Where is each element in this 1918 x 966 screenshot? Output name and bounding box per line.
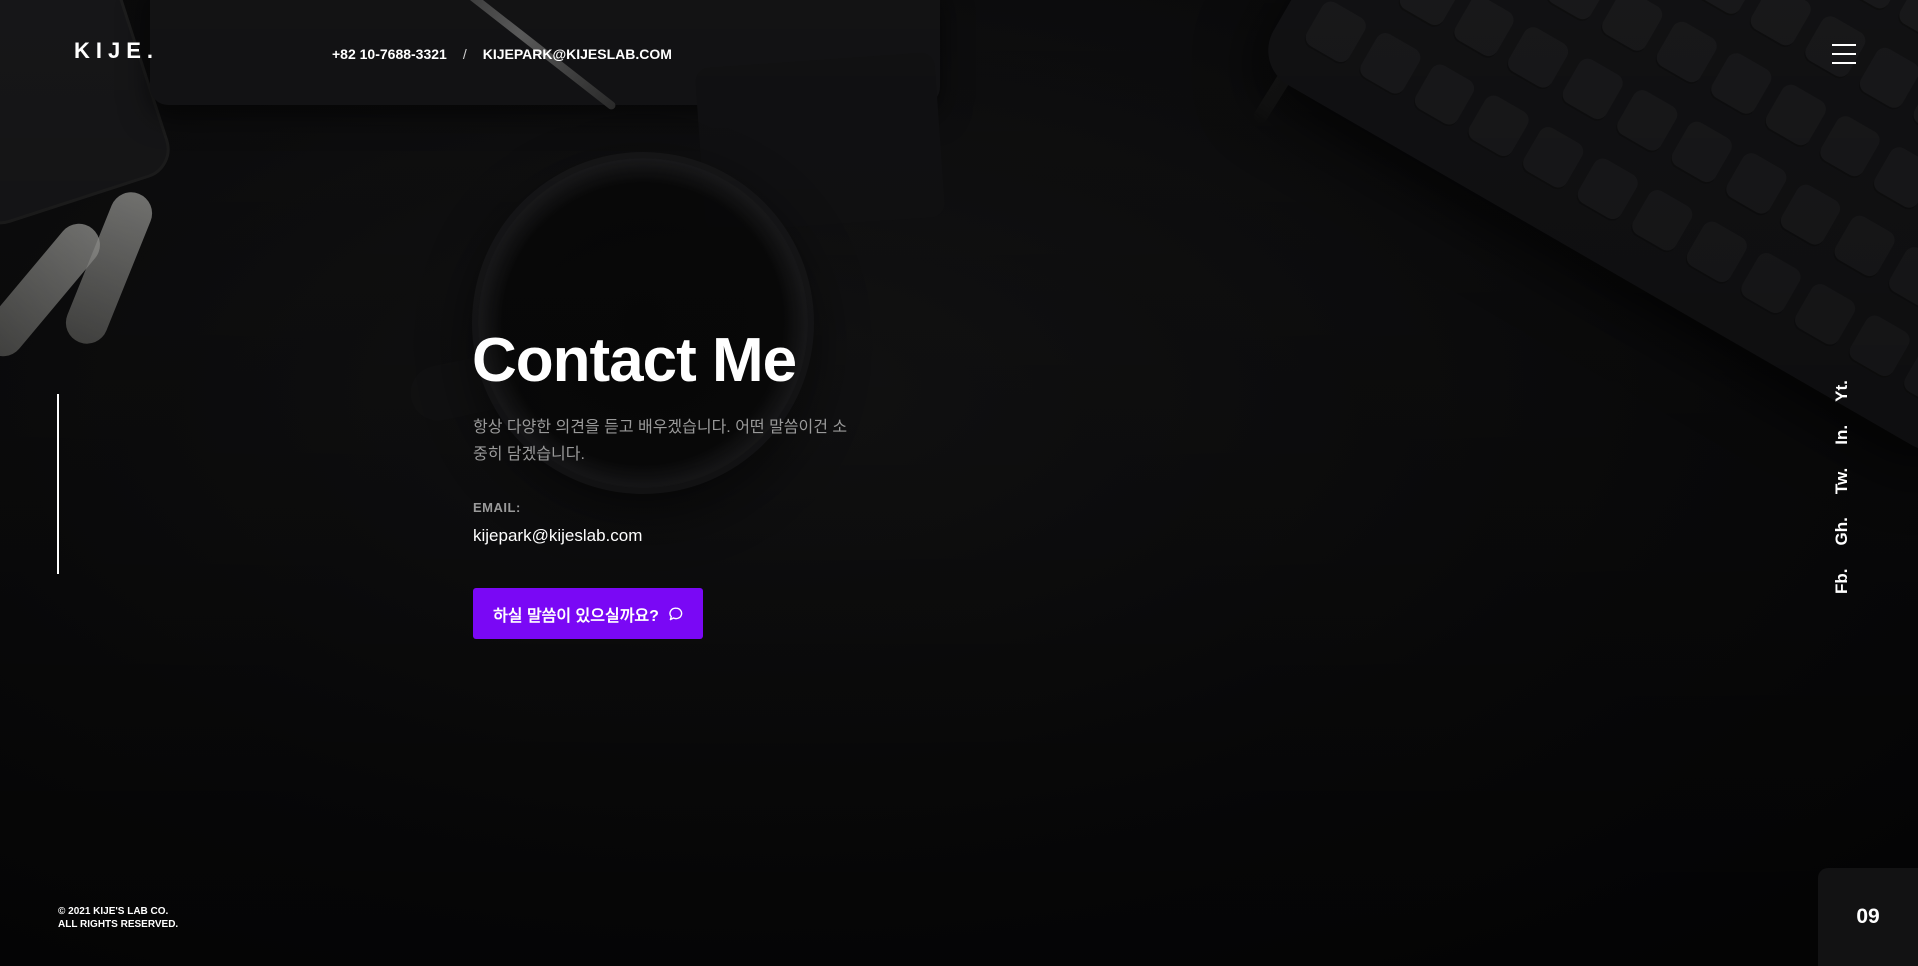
background-keyboard — [1253, 0, 1918, 466]
background-phone — [0, 0, 178, 233]
social-item-github: Gh. — [1832, 517, 1852, 545]
contact-cta-button[interactable]: 하실 말씀이 있으실까요? — [473, 588, 703, 639]
social-item-youtube: Yt. — [1832, 380, 1852, 402]
twitter-link[interactable]: Tw. — [1832, 468, 1851, 494]
header-contact-info: +82 10-7688-3321 / KIJEPARK@KIJESLAB.COM — [332, 46, 672, 62]
background-overlay — [0, 0, 1918, 966]
chat-bubble-icon — [669, 606, 683, 621]
social-item-instagram: In. — [1832, 425, 1852, 445]
menu-line — [1832, 53, 1856, 55]
social-item-facebook: Fb. — [1832, 569, 1852, 595]
page-number: 09 — [1818, 868, 1918, 966]
facebook-link[interactable]: Fb. — [1832, 569, 1851, 595]
background-desk-photo — [0, 0, 1918, 966]
section-progress-line — [57, 394, 59, 574]
copyright-text: © 2021 KIJE'S LAB CO. ALL RIGHTS RESERVE… — [58, 905, 178, 931]
site-logo[interactable]: KIJE. — [74, 38, 159, 64]
youtube-link[interactable]: Yt. — [1832, 380, 1851, 402]
contact-description: 항상 다양한 의견을 듣고 배우겠습니다. 어떤 말씀이건 소중히 담겠습니다. — [473, 419, 848, 463]
header-separator: / — [462, 46, 467, 62]
menu-line — [1832, 44, 1856, 46]
copyright-line-1: © 2021 KIJE'S LAB CO. — [58, 906, 169, 917]
background-earbud — [0, 215, 109, 365]
background-notebook-page — [694, 51, 946, 234]
menu-line — [1832, 62, 1856, 64]
header-phone-link[interactable]: +82 10-7688-3321 — [332, 46, 447, 62]
social-links: Fb. Gh. Tw. In. Yt. — [1832, 372, 1854, 594]
hamburger-menu-icon[interactable] — [1832, 44, 1856, 64]
social-item-twitter: Tw. — [1832, 468, 1852, 494]
cta-label: 하실 말씀이 있으실까요? — [493, 607, 659, 625]
github-link[interactable]: Gh. — [1832, 517, 1851, 545]
background-earbud — [59, 185, 159, 351]
email-link[interactable]: kijepark@kijeslab.com — [473, 526, 642, 546]
copyright-line-2: ALL RIGHTS RESERVED. — [58, 919, 179, 930]
header-email-link[interactable]: KIJEPARK@KIJESLAB.COM — [483, 46, 672, 62]
instagram-link[interactable]: In. — [1832, 425, 1851, 445]
email-label: EMAIL: — [473, 500, 521, 515]
contact-section: KIJE. +82 10-7688-3321 / KIJEPARK@KIJESL… — [0, 0, 1918, 966]
page-title: Contact Me — [472, 326, 797, 395]
background-pen — [1251, 0, 1369, 126]
